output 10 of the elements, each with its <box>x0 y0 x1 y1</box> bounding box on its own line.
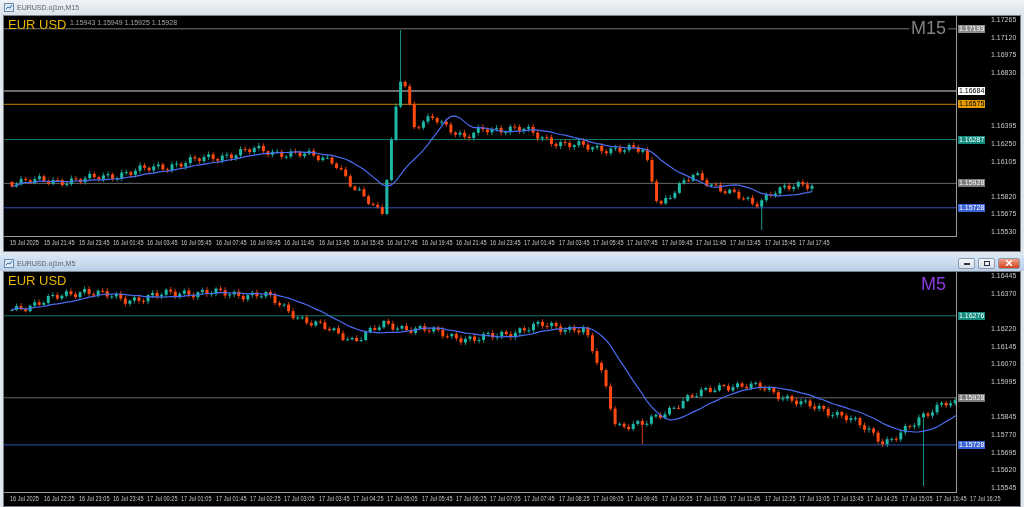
restore-icon <box>982 260 991 266</box>
close-button[interactable] <box>998 257 1020 269</box>
chart-icon <box>4 258 14 268</box>
close-icon <box>1005 260 1013 266</box>
minimize-button[interactable] <box>958 257 975 269</box>
symbol-label: EUR USD <box>8 17 67 32</box>
restore-button[interactable] <box>978 257 995 269</box>
symbol-label: EUR USD <box>8 273 67 288</box>
chart-icon <box>4 3 14 12</box>
minimize-icon <box>962 260 971 266</box>
